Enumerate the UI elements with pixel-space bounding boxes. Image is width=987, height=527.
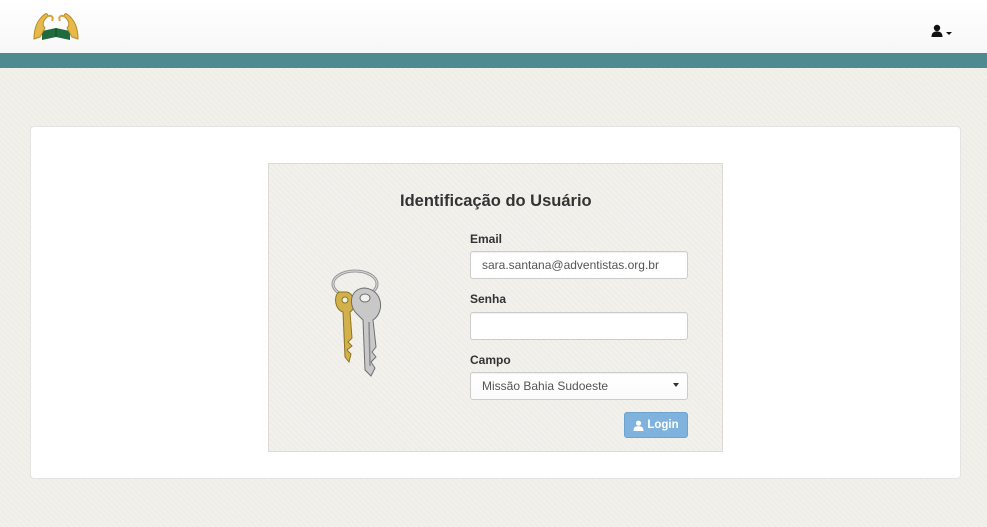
campo-selected-value: Missão Bahia Sudoeste xyxy=(482,379,609,393)
campo-select[interactable]: Missão Bahia Sudoeste xyxy=(470,372,688,400)
password-label: Senha xyxy=(470,292,507,306)
logo-icon[interactable] xyxy=(32,9,80,45)
campo-label: Campo xyxy=(470,353,511,367)
accent-bar xyxy=(0,53,987,68)
password-field[interactable] xyxy=(470,312,688,340)
top-navbar xyxy=(0,0,987,53)
login-button-label: Login xyxy=(647,419,679,431)
email-field[interactable]: sara.santana@adventistas.org.br xyxy=(470,251,688,279)
user-icon xyxy=(633,420,644,431)
caret-down-icon xyxy=(946,32,952,35)
chevron-down-icon xyxy=(673,383,679,387)
login-title: Identificação do Usuário xyxy=(400,192,592,210)
email-value: sara.santana@adventistas.org.br xyxy=(482,258,659,272)
user-menu-button[interactable] xyxy=(931,24,953,38)
user-icon xyxy=(931,24,952,37)
keys-icon xyxy=(325,262,405,377)
login-button[interactable]: Login xyxy=(624,412,688,438)
email-label: Email xyxy=(470,232,503,246)
